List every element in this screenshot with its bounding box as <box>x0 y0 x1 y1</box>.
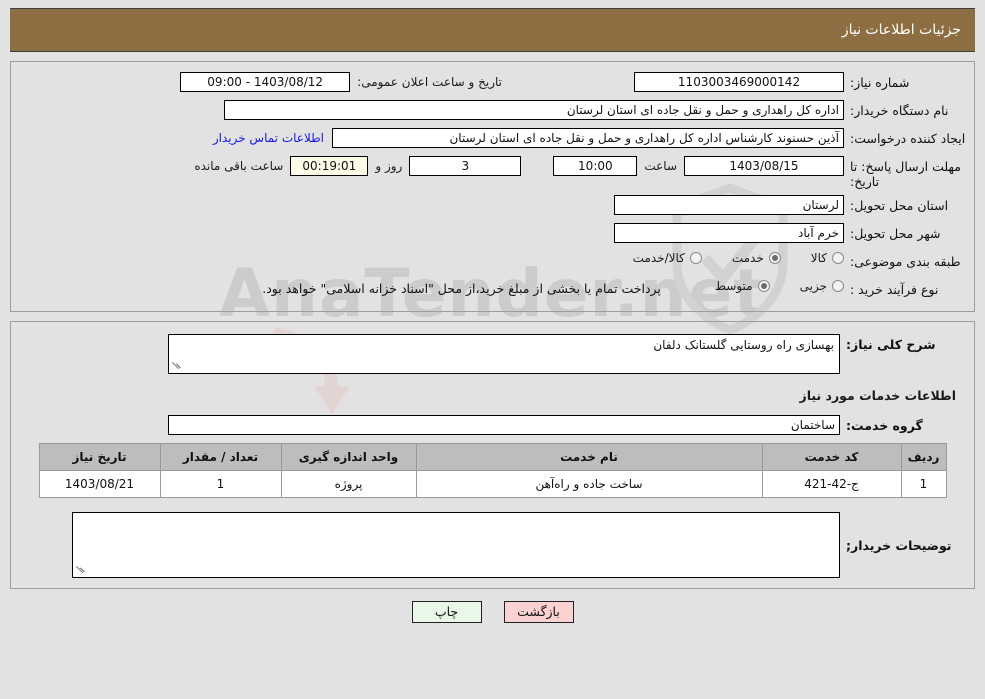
remaining-days-label: روز و <box>375 159 403 173</box>
row-summary: شرح کلی نیاز: بهسازی راه روستایی گلستانک… <box>17 334 968 374</box>
category-label: طبقه بندی موضوعی: <box>850 254 961 269</box>
table-cell-service-code: ج-42-421 <box>761 470 902 498</box>
process-radio-group: جزیی متوسط <box>685 279 844 293</box>
radio-icon[interactable] <box>832 280 844 292</box>
services-table: ردیف کد خدمت نام خدمت واحد اندازه گیری ت… <box>38 443 947 498</box>
process-option-jozei[interactable]: جزیی <box>800 279 844 293</box>
remaining-suffix-label: ساعت باقی مانده <box>194 159 284 173</box>
category-option-khedmat[interactable]: خدمت <box>732 251 781 265</box>
radio-selected-icon[interactable] <box>768 252 781 264</box>
row-deadline: مهلت ارسال پاسخ: تا تاریخ: 1403/08/15 سا… <box>17 156 968 189</box>
row-need-number: شماره نیاز: 1103003469000142 تاریخ و ساع… <box>17 72 968 94</box>
need-number-label: شماره نیاز: <box>850 75 910 90</box>
process-option-label: متوسط <box>714 279 753 293</box>
category-option-kala[interactable]: کالا <box>811 251 844 265</box>
process-label: نوع فرآیند خرید : <box>850 282 939 297</box>
table-cell-row-index: 1 <box>900 470 947 498</box>
summary-label: شرح کلی نیاز: <box>846 337 936 352</box>
radio-selected-icon[interactable] <box>757 280 770 292</box>
category-option-label: کالا/خدمت <box>632 251 685 265</box>
resize-grip-icon[interactable] <box>76 565 86 575</box>
table-header-cell: کد خدمت <box>761 443 902 471</box>
process-option-motavaset[interactable]: متوسط <box>715 279 770 293</box>
table-header-cell: نام خدمت <box>415 443 763 471</box>
table-cell-quantity: 1 <box>159 470 282 498</box>
row-buyer-notes: توضیحات خریدار; <box>17 512 968 578</box>
print-button[interactable]: چاپ <box>411 601 482 623</box>
row-city: شهر محل تحویل: خرم آباد <box>17 223 968 245</box>
announce-label: تاریخ و ساعت اعلان عمومی: <box>357 75 502 89</box>
announce-value: 1403/08/12 - 09:00 <box>180 72 351 92</box>
resize-grip-icon[interactable] <box>172 361 182 371</box>
table-header-cell: تاریخ نیاز <box>38 443 161 471</box>
row-province: استان محل تحویل: لرستان <box>17 195 968 217</box>
city-value: خرم آباد <box>614 223 844 243</box>
service-group-value: ساختمان <box>168 415 840 435</box>
need-number-value: 1103003469000142 <box>634 72 844 92</box>
creator-label: ایجاد کننده درخواست: <box>850 131 966 146</box>
table-cell-service-name: ساخت جاده و راه‌آهن <box>415 470 763 498</box>
page-header: جزئیات اطلاعات نیاز <box>10 8 975 52</box>
row-creator: ایجاد کننده درخواست: آذین حسنوند کارشناس… <box>17 128 968 150</box>
province-value: لرستان <box>614 195 844 215</box>
buyer-notes-textarea[interactable] <box>72 512 840 578</box>
category-option-label: کالا <box>810 251 827 265</box>
details-panel: شرح کلی نیاز: بهسازی راه روستایی گلستانک… <box>10 321 975 589</box>
category-radio-group: کالا خدمت کالا/خدمت <box>603 251 844 265</box>
summary-value: بهسازی راه روستایی گلستانک دلفان <box>653 338 834 352</box>
service-group-label: گروه خدمت: <box>846 418 923 433</box>
need-info-panel: شماره نیاز: 1103003469000142 تاریخ و ساع… <box>10 61 975 312</box>
radio-icon[interactable] <box>689 252 702 264</box>
row-buyer-org: نام دستگاه خریدار: اداره کل راهداری و حم… <box>17 100 968 122</box>
radio-icon[interactable] <box>832 252 844 264</box>
row-category: طبقه بندی موضوعی: کالا خدمت کالا/خدمت <box>17 251 968 273</box>
page-title: جزئیات اطلاعات نیاز <box>841 22 961 38</box>
footer-actions: بازگشت چاپ <box>0 601 985 623</box>
remaining-time-value: 00:19:01 <box>290 156 369 176</box>
services-section-title: اطلاعات خدمات مورد نیاز <box>799 388 957 403</box>
deadline-date-value: 1403/08/15 <box>684 156 844 176</box>
purchase-note: پرداخت تمام یا بخشی از مبلغ خرید،از محل … <box>262 281 661 296</box>
table-header-cell: واحد اندازه گیری <box>280 443 417 471</box>
back-button[interactable]: بازگشت <box>503 601 574 623</box>
table-header-cell: ردیف <box>900 443 947 471</box>
buyer-org-label: نام دستگاه خریدار: <box>850 103 949 118</box>
process-option-label: جزیی <box>799 279 827 293</box>
deadline-hour-value: 10:00 <box>553 156 638 176</box>
table-header-cell: تعداد / مقدار <box>159 443 282 471</box>
summary-textarea[interactable]: بهسازی راه روستایی گلستانک دلفان <box>168 334 840 374</box>
table-row[interactable]: 1 ج-42-421 ساخت جاده و راه‌آهن پروژه 1 1… <box>38 470 947 498</box>
city-label: شهر محل تحویل: <box>850 226 941 241</box>
category-option-label: خدمت <box>731 251 764 265</box>
buyer-contact-link[interactable]: اطلاعات تماس خریدار <box>213 128 332 145</box>
row-process-type: نوع فرآیند خرید : جزیی متوسط پرداخت تمام… <box>17 279 968 301</box>
deadline-label: مهلت ارسال پاسخ: تا تاریخ: <box>850 159 961 189</box>
table-cell-unit: پروژه <box>280 470 417 498</box>
province-label: استان محل تحویل: <box>850 198 949 213</box>
deadline-hour-label: ساعت <box>644 159 677 173</box>
creator-value: آذین حسنوند کارشناس اداره کل راهداری و ح… <box>332 128 844 148</box>
buyer-notes-label: توضیحات خریدار; <box>846 538 952 553</box>
table-cell-need-date: 1403/08/21 <box>38 470 161 498</box>
remaining-days-value: 3 <box>409 156 522 176</box>
category-option-kala-khedmat[interactable]: کالا/خدمت <box>633 251 702 265</box>
buyer-org-value: اداره کل راهداری و حمل و نقل جاده ای است… <box>224 100 844 120</box>
row-service-group: گروه خدمت: ساختمان <box>17 415 968 437</box>
table-header-row: ردیف کد خدمت نام خدمت واحد اندازه گیری ت… <box>38 443 947 471</box>
